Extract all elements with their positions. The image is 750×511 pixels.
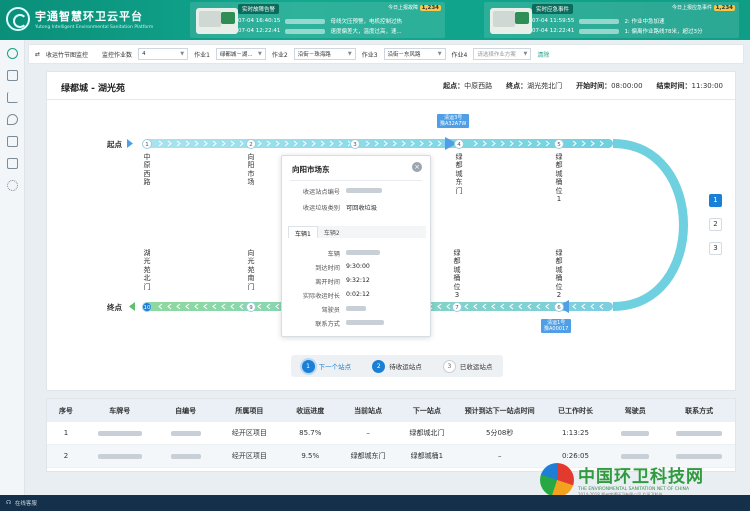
station-marker[interactable]: 3: [350, 138, 360, 149]
gear-icon[interactable]: [7, 180, 18, 191]
station-name: 中原西路: [143, 152, 151, 187]
station-popup: 向阳市场东 × 收运站点编号 收运垃圾类别 可回收垃圾 车辆1 车辆2 车辆 到达…: [281, 155, 431, 337]
chevron-down-icon: ▼: [180, 51, 185, 57]
popup-field: 驾驶员: [282, 305, 432, 314]
job3-label: 作业3: [361, 51, 378, 59]
vehicle-tabs: 车辆1 车辆2: [288, 226, 426, 238]
legend-item: 1 下一个站点: [301, 359, 351, 373]
vehicle-table: 序号 车牌号 自编号 所属项目 收运进度 当前站点 下一站点 预计到达下一站点时间 已工作时长驾…: [46, 398, 736, 472]
route-panel: 绿都城 - 湖光苑 起点：中原西路 终点：湖光苑北门 开始时间：08:00:00…: [46, 71, 736, 391]
chevron-down-icon: ▼: [523, 51, 528, 57]
alert-badge: 实时应急事件: [532, 4, 574, 14]
station-marker[interactable]: 6: [554, 301, 564, 312]
job3-select[interactable]: 沿街－东风路 ▼: [383, 48, 446, 60]
page-button-2[interactable]: 2: [709, 218, 722, 231]
station-name: 绿都城桶位2: [555, 248, 563, 300]
table-header: 序号 车牌号 自编号 所属项目 收运进度 当前站点 下一站点 预计到达下一站点时间 已工作时长驾…: [47, 399, 735, 422]
station-name: 湖光苑北门: [143, 248, 151, 291]
popup-title: 向阳市场东: [292, 165, 330, 174]
popup-field: 到达时间 9:30:00: [315, 263, 370, 272]
station-marker[interactable]: 4: [454, 138, 464, 149]
alert-row[interactable]: 07-04 12:22:41 速度偏差大，温度过高，速...: [238, 27, 402, 35]
station-name: 向光苑南门: [247, 248, 255, 291]
job1-select[interactable]: 绿都城－湖... ▼: [215, 48, 266, 60]
chevron-down-icon: ▼: [437, 51, 442, 57]
alert-row[interactable]: 07-04 12:22:41 1: 偏离作业路线78米，超过3分: [532, 27, 703, 35]
station-legend: 1 下一个站点 2 待收运站点 3 已收运站点: [291, 355, 503, 377]
alert-row[interactable]: 07-04 16:40:15 母线欠压预警，电机控制过热: [238, 17, 402, 25]
alert-badge: 实时故障告警: [238, 4, 280, 14]
station-marker[interactable]: 9: [246, 301, 256, 312]
monitor-count-select[interactable]: 4 ▼: [138, 48, 189, 60]
vehicle-tag[interactable]: 清运3号 豫A32A7W: [437, 114, 470, 128]
drop-icon[interactable]: [7, 114, 18, 125]
truck-image: [490, 8, 532, 34]
truck-image: [196, 8, 238, 34]
app-title: 宇通智慧环卫云平台: [35, 10, 143, 23]
curve-track: [612, 139, 688, 311]
emergency-alert-card[interactable]: 实时应急事件 今日上报应急事件 1,234 07-04 11:59:55 2: 作…: [484, 2, 739, 38]
job2-label: 作业2: [271, 51, 288, 59]
fault-alert-card[interactable]: 实时故障告警 今日上报故障 1,234 07-04 16:40:15 母线欠压预警…: [190, 2, 445, 38]
sidebar: [0, 40, 25, 511]
logo-icon: [6, 7, 30, 31]
table-row[interactable]: 1 经开区项目 85.7% – 绿都城北门 5分08秒 1:13:25: [47, 422, 735, 445]
user-icon[interactable]: [7, 48, 18, 59]
legend-item: 2 待收运站点: [372, 359, 422, 373]
clear-button[interactable]: 清除: [537, 50, 549, 59]
terminal-label: 终点: [107, 303, 122, 312]
station-name: 绿都城桶位3: [453, 248, 461, 300]
station-marker[interactable]: 5: [554, 138, 564, 149]
job2-select[interactable]: 沿街－珠海路 ▼: [293, 48, 356, 60]
station-marker[interactable]: 2: [246, 138, 256, 149]
job4-label: 作业4: [451, 51, 468, 59]
top-bar: 宇通智慧环卫云平台 Yutong Intelligent Environment…: [0, 0, 750, 40]
page-button-1[interactable]: 1: [709, 194, 722, 207]
alert-row[interactable]: 07-04 11:59:55 2: 作业中急加速: [532, 17, 665, 25]
station-name: 绿都城桶位1: [555, 152, 563, 204]
station-marker[interactable]: 1: [142, 138, 152, 149]
page-button-3[interactable]: 3: [709, 242, 722, 255]
footer-bar: ☊ 在线客服: [0, 495, 750, 511]
popup-field: 收运站点编号: [282, 187, 432, 196]
popup-field: 收运垃圾类别 可回收垃圾: [302, 205, 377, 212]
close-icon[interactable]: ×: [412, 162, 422, 172]
station-marker[interactable]: 10: [142, 301, 152, 312]
online-service-link[interactable]: 在线客服: [15, 499, 37, 507]
tab-vehicle-1[interactable]: 车辆1: [288, 226, 318, 238]
job1-label: 作业1: [194, 51, 210, 59]
divider: [290, 180, 422, 181]
end-marker-icon: [129, 302, 135, 311]
chevron-down-icon: ▼: [258, 51, 262, 57]
document-icon[interactable]: [7, 136, 18, 147]
alert-count: 今日上报故障 1,234: [387, 5, 441, 11]
app-logo: 宇通智慧环卫云平台 Yutong Intelligent Environment…: [6, 7, 153, 31]
alert-count: 今日上报应急事件 1,234: [671, 5, 735, 11]
chart-icon[interactable]: [7, 92, 18, 103]
chevron-down-icon: ▼: [347, 51, 352, 57]
popup-field: 离开时间 9:32:12: [315, 277, 370, 286]
tab-vehicle-2[interactable]: 车辆2: [318, 226, 346, 238]
popup-field: 联系方式: [282, 319, 432, 328]
station-name: 向阳市场: [247, 152, 255, 187]
page-label: 收运竹节图监控: [46, 51, 89, 59]
station-marker[interactable]: 7: [452, 301, 462, 312]
copy-icon[interactable]: [7, 158, 18, 169]
watermark: 中国环卫科技网 THE ENVIRONMENTAL SANITATION NET…: [540, 462, 704, 498]
vehicle-tag[interactable]: 清运1号 豫A00017: [541, 319, 572, 333]
monitor-label: 监控作业数: [102, 51, 133, 59]
start-marker-icon: [127, 139, 133, 148]
popup-field: 实际收运时长 0:02:12: [302, 291, 370, 300]
calendar-icon[interactable]: [7, 70, 18, 81]
headset-icon: ☊: [6, 500, 11, 506]
filter-bar: ⇄ 收运竹节图监控 监控作业数 4 ▼ 作业1 绿都城－湖... ▼ 作业2 沿街－…: [28, 44, 744, 64]
popup-field: 车辆: [282, 249, 432, 258]
job4-select[interactable]: 请选择作业方案 ▼: [473, 48, 532, 60]
legend-item: 3 已收运站点: [442, 359, 492, 373]
origin-label: 起点: [107, 140, 122, 149]
link-icon: ⇄: [35, 50, 41, 58]
app-subtitle: Yutong Intelligent Environmental Sanitat…: [35, 25, 154, 30]
watermark-logo: [540, 463, 574, 497]
station-name: 绿都城东门: [455, 152, 463, 195]
